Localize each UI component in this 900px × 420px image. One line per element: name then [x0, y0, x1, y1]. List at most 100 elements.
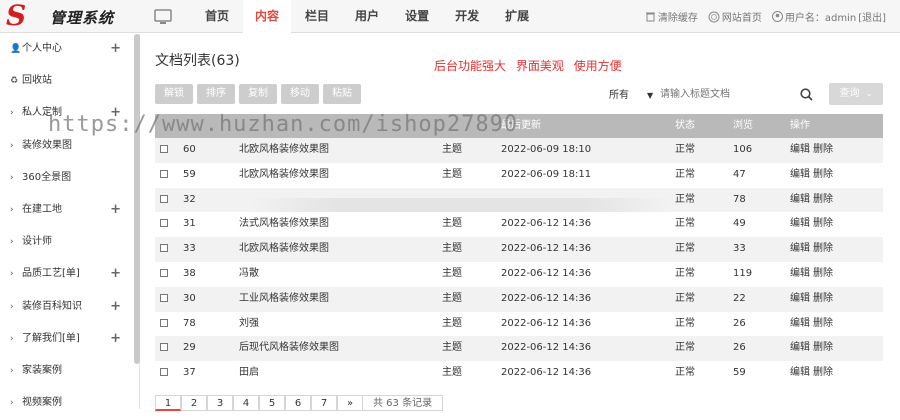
delete-link[interactable]: 删除 — [813, 218, 833, 229]
delete-link[interactable]: 删除 — [813, 342, 833, 353]
row-checkbox[interactable] — [160, 287, 168, 312]
row-checkbox[interactable] — [160, 237, 168, 262]
row-checkbox[interactable] — [160, 163, 168, 188]
row-type: 主题 — [442, 267, 462, 279]
row-title[interactable]: 后现代风格装修效果图 — [239, 336, 339, 361]
sidebar-item-2[interactable]: › 私人定制 + — [0, 98, 139, 130]
toolbar-button-2[interactable]: 复制 — [239, 84, 277, 104]
delete-link[interactable]: 删除 — [813, 268, 833, 279]
row-checkbox[interactable] — [160, 361, 168, 386]
sidebar-item-4[interactable]: › 360全景图 — [0, 163, 139, 195]
header-actions: 操作 — [790, 120, 810, 131]
sidebar-item-label: 装修百科知识 — [22, 300, 82, 312]
sidebar-item-10[interactable]: › 家装案例 — [0, 356, 139, 388]
toolbar-button-1[interactable]: 排序 — [197, 84, 235, 104]
nav-item-0[interactable]: 首页 — [193, 0, 241, 33]
row-title[interactable]: 北欧风格装修效果图 — [239, 163, 329, 188]
site-home-link[interactable]: 网站首页 — [708, 9, 762, 24]
delete-link[interactable]: 删除 — [813, 144, 833, 155]
row-checkbox[interactable] — [160, 138, 168, 163]
edit-link[interactable]: 编辑 — [790, 144, 810, 155]
checkbox-icon — [160, 145, 168, 153]
plus-icon[interactable]: + — [110, 259, 121, 289]
nav-item-1[interactable]: 内容 — [243, 0, 292, 33]
edit-link[interactable]: 编辑 — [790, 342, 810, 353]
nav-item-6[interactable]: 扩展 — [493, 0, 541, 33]
edit-link[interactable]: 编辑 — [790, 243, 810, 254]
sidebar-item-label: 私人定制 — [22, 107, 62, 119]
delete-link[interactable]: 删除 — [813, 293, 833, 304]
row-status: 正常 — [675, 144, 695, 155]
sidebar-item-7[interactable]: › 品质工艺[单] + — [0, 259, 139, 291]
row-title[interactable]: 北欧风格装修效果图 — [239, 138, 329, 163]
edit-link[interactable]: 编辑 — [790, 218, 810, 229]
row-title[interactable]: 北欧风格装修效果图 — [239, 237, 329, 262]
row-checkbox[interactable] — [160, 336, 168, 361]
nav-item-2[interactable]: 栏目 — [293, 0, 341, 33]
search-button[interactable]: 查询 ⌄ — [829, 83, 883, 105]
sidebar-item-9[interactable]: › 了解我们[单] + — [0, 324, 139, 356]
clear-cache-link[interactable]: 清除缓存 — [645, 9, 698, 24]
row-checkbox[interactable] — [160, 188, 168, 213]
delete-link[interactable]: 删除 — [813, 318, 833, 329]
filter-select[interactable]: 所有 ▼ — [609, 86, 653, 101]
nav-item-3[interactable]: 用户 — [343, 0, 391, 33]
chevron-down-icon: ⌄ — [865, 89, 873, 98]
row-title[interactable]: 田启 — [239, 361, 259, 386]
sidebar-item-8[interactable]: › 装修百科知识 + — [0, 292, 139, 324]
edit-link[interactable]: 编辑 — [790, 367, 810, 378]
plus-icon[interactable]: + — [110, 292, 121, 322]
row-status: 正常 — [675, 317, 695, 329]
plus-icon[interactable]: + — [110, 324, 121, 354]
delete-link[interactable]: 删除 — [813, 243, 833, 254]
sidebar-item-3[interactable]: › 装修效果图 — [0, 131, 139, 163]
row-type: 主题 — [442, 367, 462, 379]
row-checkbox[interactable] — [160, 212, 168, 237]
site-home-label: 网站首页 — [721, 13, 762, 24]
monitor-icon[interactable] — [154, 9, 172, 25]
sidebar-item-5[interactable]: › 在建工地 + — [0, 195, 139, 227]
plus-icon[interactable]: + — [110, 98, 121, 128]
toolbar-button-4[interactable]: 粘贴 — [323, 84, 361, 104]
plus-icon[interactable]: + — [110, 195, 121, 225]
person-icon: 👤 — [10, 44, 22, 54]
row-views: 47 — [733, 168, 746, 180]
sidebar-item-label: 设计师 — [22, 236, 52, 248]
top-bar: S 管理系统 首页 内容 栏目 用户 设置 开发 扩展 清除缓存 网站首页 用户… — [0, 0, 900, 33]
row-title[interactable]: 刘强 — [239, 312, 259, 337]
nav-item-5[interactable]: 开发 — [443, 0, 491, 33]
edit-link[interactable]: 编辑 — [790, 293, 810, 304]
delete-link[interactable]: 删除 — [813, 169, 833, 180]
row-checkbox[interactable] — [160, 262, 168, 287]
delete-link[interactable]: 删除 — [813, 367, 833, 378]
edit-link[interactable]: 编辑 — [790, 268, 810, 279]
search-icon[interactable] — [800, 88, 813, 101]
toolbar-button-3[interactable]: 移动 — [281, 84, 319, 104]
row-title[interactable]: 法式风格装修效果图 — [239, 212, 329, 237]
row-updated: 2022-06-12 14:36 — [501, 317, 592, 329]
row-checkbox[interactable] — [160, 312, 168, 337]
edit-link[interactable]: 编辑 — [790, 194, 810, 205]
sidebar-item-11[interactable]: › 视频案例 — [0, 388, 139, 420]
nav-item-4[interactable]: 设置 — [393, 0, 441, 33]
row-id: 59 — [183, 168, 196, 180]
row-title[interactable]: 工业风格装修效果图 — [239, 287, 329, 312]
row-id: 37 — [183, 367, 196, 379]
table-row: 60 北欧风格装修效果图 主题 2022-06-09 18:10 正常 106 编辑 删除 — [155, 138, 883, 163]
row-status: 正常 — [675, 292, 695, 304]
sidebar-item-6[interactable]: › 设计师 — [0, 227, 139, 259]
delete-link[interactable]: 删除 — [813, 194, 833, 205]
promo-text: 后台功能强大 界面美观 使用方便 — [434, 59, 622, 73]
checkbox-icon — [160, 268, 168, 277]
row-title[interactable]: 冯散 — [239, 262, 259, 287]
edit-link[interactable]: 编辑 — [790, 318, 810, 329]
toolbar-button-0[interactable]: 解锁 — [155, 84, 193, 104]
chevron-right-icon: › — [10, 301, 14, 312]
sidebar-item-0[interactable]: 👤个人中心 + — [0, 34, 139, 66]
plus-icon[interactable]: + — [110, 34, 121, 64]
table-row: 30 工业风格装修效果图 主题 2022-06-12 14:36 正常 22 编辑 删除 — [155, 286, 883, 312]
logout-link[interactable]: [退出] — [858, 9, 886, 24]
sidebar-item-1[interactable]: ♻ 回收站 — [0, 66, 139, 98]
row-type: 主题 — [442, 218, 462, 230]
edit-link[interactable]: 编辑 — [790, 169, 810, 180]
